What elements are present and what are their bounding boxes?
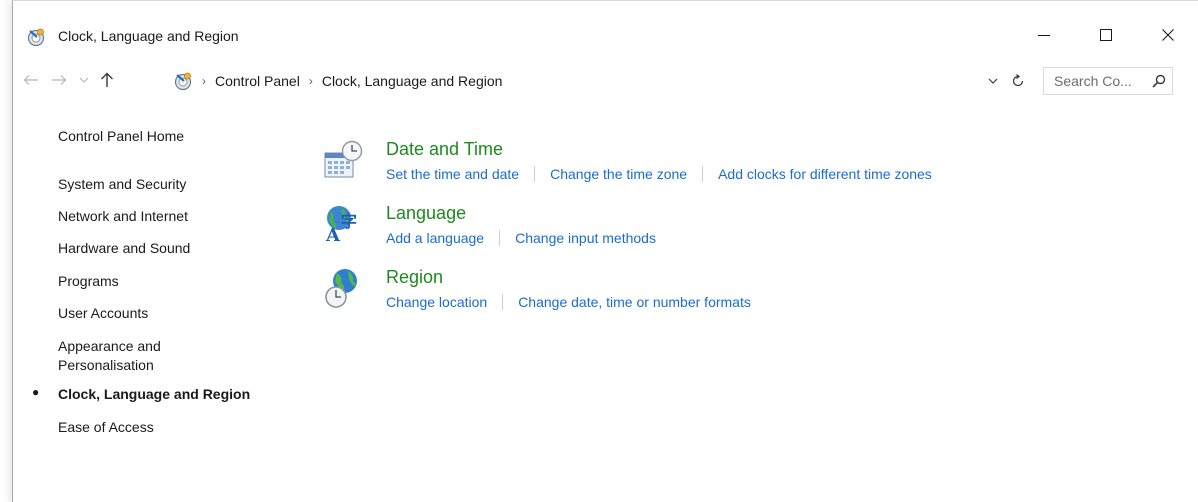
sidebar-item-network-internet[interactable]: Network and Internet bbox=[58, 207, 188, 226]
sidebar-item-ease-of-access[interactable]: Ease of Access bbox=[58, 418, 154, 437]
window-title: Clock, Language and Region bbox=[58, 28, 239, 44]
navigation-bar: › Control Panel › Clock, Language and Re… bbox=[13, 63, 1198, 95]
search-box[interactable] bbox=[1043, 67, 1173, 95]
chevron-down-icon bbox=[988, 78, 998, 84]
link-change-location[interactable]: Change location bbox=[386, 294, 487, 310]
category-links: Set the time and date Change the time zo… bbox=[386, 166, 932, 182]
link-change-input-methods[interactable]: Change input methods bbox=[515, 230, 656, 246]
link-divider bbox=[534, 166, 536, 182]
up-arrow-icon bbox=[101, 72, 113, 87]
search-input[interactable] bbox=[1054, 73, 1150, 89]
sidebar-item-system-security[interactable]: System and Security bbox=[58, 175, 186, 194]
address-bar[interactable]: › Control Panel › Clock, Language and Re… bbox=[171, 67, 1024, 95]
region-icon[interactable] bbox=[323, 267, 363, 308]
title-bar: Clock, Language and Region bbox=[13, 1, 1198, 47]
back-arrow-icon bbox=[23, 75, 38, 85]
forward-arrow-icon bbox=[52, 75, 67, 85]
date-time-icon[interactable] bbox=[323, 139, 363, 179]
sidebar-item-label: Appearance and bbox=[58, 338, 161, 354]
category-links: Add a language Change input methods bbox=[386, 230, 656, 246]
minimize-button[interactable] bbox=[1021, 19, 1067, 51]
breadcrumb-separator-icon[interactable]: › bbox=[202, 74, 206, 88]
link-divider bbox=[502, 294, 504, 310]
address-dropdown-button[interactable] bbox=[984, 71, 1002, 91]
breadcrumb-separator-icon[interactable]: › bbox=[309, 74, 313, 88]
svg-text:A: A bbox=[325, 225, 341, 243]
close-icon bbox=[1162, 29, 1174, 41]
refresh-icon bbox=[1012, 74, 1024, 87]
control-panel-window: Clock, Language and Region › Control Pan… bbox=[12, 0, 1198, 502]
refresh-button[interactable] bbox=[1009, 71, 1027, 91]
link-divider bbox=[499, 230, 501, 246]
link-add-language[interactable]: Add a language bbox=[386, 230, 484, 246]
category-title[interactable]: Date and Time bbox=[386, 139, 503, 160]
up-button[interactable] bbox=[97, 70, 117, 90]
svg-text:字: 字 bbox=[341, 212, 357, 231]
sidebar-item-clock-language-region[interactable]: Clock, Language and Region bbox=[58, 385, 250, 404]
sidebar-item-control-panel-home[interactable]: Control Panel Home bbox=[58, 127, 184, 146]
minimize-icon bbox=[1038, 35, 1050, 36]
language-icon[interactable]: A 字 bbox=[323, 203, 363, 246]
sidebar-item-hardware-sound[interactable]: Hardware and Sound bbox=[58, 239, 190, 258]
control-panel-icon bbox=[26, 27, 46, 47]
close-button[interactable] bbox=[1145, 19, 1191, 51]
link-set-time-date[interactable]: Set the time and date bbox=[386, 166, 519, 182]
link-change-time-zone[interactable]: Change the time zone bbox=[550, 166, 687, 182]
recent-locations-button[interactable] bbox=[74, 70, 94, 90]
search-icon[interactable] bbox=[1150, 72, 1168, 90]
back-button[interactable] bbox=[21, 70, 41, 90]
forward-button[interactable] bbox=[49, 70, 69, 90]
sidebar-item-appearance[interactable]: Appearance and Personalisation bbox=[58, 337, 161, 375]
active-bullet-icon: ● bbox=[32, 385, 40, 399]
link-add-clocks[interactable]: Add clocks for different time zones bbox=[718, 166, 932, 182]
link-change-formats[interactable]: Change date, time or number formats bbox=[518, 294, 751, 310]
maximize-button[interactable] bbox=[1083, 19, 1129, 51]
chevron-down-icon bbox=[79, 77, 89, 83]
link-divider bbox=[702, 166, 704, 182]
category-title[interactable]: Language bbox=[386, 203, 466, 224]
sidebar-item-user-accounts[interactable]: User Accounts bbox=[58, 304, 148, 323]
sidebar-item-programs[interactable]: Programs bbox=[58, 272, 119, 291]
category-links: Change location Change date, time or num… bbox=[386, 294, 751, 310]
breadcrumb-clock-language-region[interactable]: Clock, Language and Region bbox=[322, 73, 503, 89]
maximize-icon bbox=[1100, 29, 1112, 41]
sidebar-item-label: Personalisation bbox=[58, 357, 154, 373]
breadcrumb-control-panel[interactable]: Control Panel bbox=[215, 73, 300, 89]
category-title[interactable]: Region bbox=[386, 267, 443, 288]
control-panel-icon bbox=[173, 71, 193, 91]
